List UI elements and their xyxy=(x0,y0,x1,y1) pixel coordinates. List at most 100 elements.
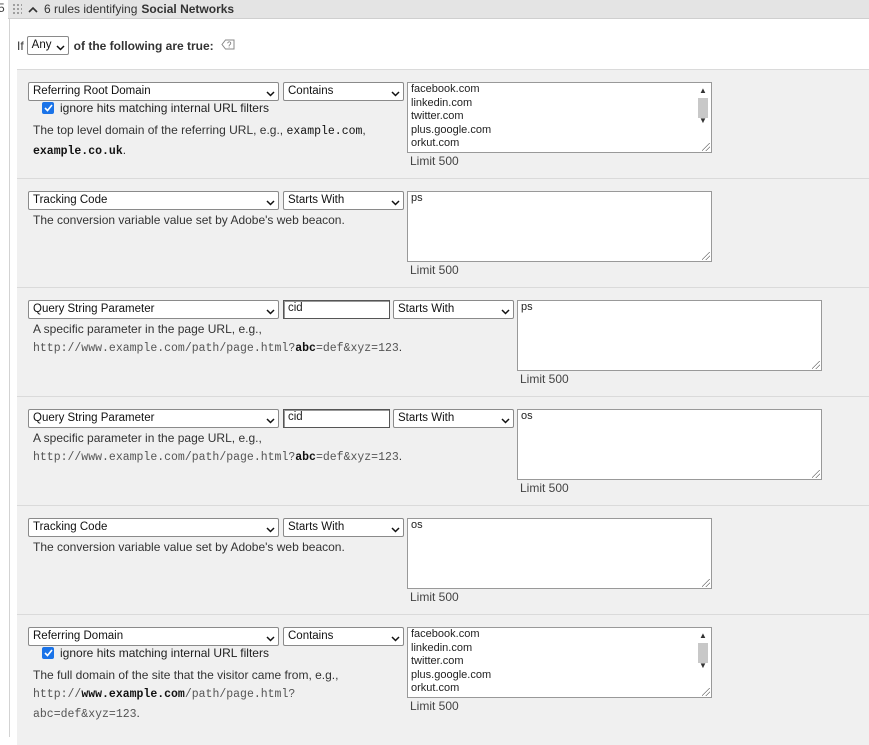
desc-code: example.co.uk xyxy=(33,145,123,158)
values-textarea[interactable]: facebook.com linkedin.com twitter.com pl… xyxy=(407,627,712,698)
values-textarea[interactable]: os xyxy=(517,409,822,480)
checkmark-icon[interactable] xyxy=(42,102,54,114)
ignore-internal-checkbox[interactable]: ignore hits matching internal URL filter… xyxy=(42,101,269,115)
values-textarea[interactable]: os xyxy=(407,518,712,589)
resize-grip-icon[interactable] xyxy=(702,688,710,696)
desc-url: =def&xyz=123 xyxy=(315,451,399,464)
value-line: linkedin.com xyxy=(411,96,473,109)
chevron-down-icon xyxy=(501,306,510,318)
textarea-scrollbar[interactable]: ▲ ▼ xyxy=(696,84,710,140)
dimension-select[interactable]: Tracking Code xyxy=(28,191,279,210)
limit-label: Limit 500 xyxy=(410,263,459,277)
chevron-down-icon xyxy=(391,524,400,536)
resize-grip-icon[interactable] xyxy=(702,252,710,260)
rule-description: A specific parameter in the page URL, e.… xyxy=(33,429,473,467)
desc-text: A specific parameter in the page URL, e.… xyxy=(33,431,262,445)
operator-value: Contains xyxy=(288,85,334,97)
value-line: facebook.com xyxy=(411,628,480,640)
chevron-down-icon xyxy=(501,415,510,427)
operator-value: Contains xyxy=(288,630,334,642)
value-line: orkut.com xyxy=(411,682,460,694)
desc-end: . xyxy=(122,143,127,157)
chevron-down-icon xyxy=(266,524,275,536)
dimension-value: Referring Domain xyxy=(33,630,124,642)
dimension-select[interactable]: Referring Domain xyxy=(28,627,279,646)
values-textarea[interactable]: facebook.com linkedin.com twitter.com pl… xyxy=(407,82,712,153)
dimension-value: Referring Root Domain xyxy=(33,85,151,97)
chevron-up-icon[interactable] xyxy=(28,2,38,16)
values-textarea[interactable]: ps xyxy=(517,300,822,371)
param-name-input[interactable]: cid xyxy=(283,300,390,319)
scroll-down-icon[interactable]: ▼ xyxy=(699,659,707,673)
value-line: orkut.com xyxy=(411,137,460,149)
desc-url: /path/page.html? xyxy=(184,688,296,701)
drag-handle-icon[interactable] xyxy=(12,3,22,15)
limit-label: Limit 500 xyxy=(410,590,459,604)
resize-grip-icon[interactable] xyxy=(702,579,710,587)
left-divider xyxy=(9,18,10,737)
checkmark-icon[interactable] xyxy=(42,647,54,659)
rule-row: Tracking Code Starts With The conversion… xyxy=(17,505,869,614)
value-line: plus.google.com xyxy=(411,123,492,136)
svg-text:?: ? xyxy=(227,40,232,49)
value-line: twitter.com xyxy=(411,110,464,122)
rule-description: The top level domain of the referring UR… xyxy=(33,121,388,161)
limit-label: Limit 500 xyxy=(520,481,569,495)
scroll-up-icon[interactable]: ▲ xyxy=(699,84,707,98)
resize-grip-icon[interactable] xyxy=(702,143,710,151)
operator-value: Starts With xyxy=(288,521,345,533)
dimension-select[interactable]: Query String Parameter xyxy=(28,409,279,428)
operator-select[interactable]: Contains xyxy=(283,82,404,101)
value-line: ps xyxy=(411,192,423,204)
chevron-down-icon xyxy=(266,306,275,318)
rule-description: The conversion variable value set by Ado… xyxy=(33,540,345,554)
dimension-value: Tracking Code xyxy=(33,521,108,533)
limit-label: Limit 500 xyxy=(520,372,569,386)
limit-label: Limit 500 xyxy=(410,154,459,168)
rule-row: Referring Root Domain Contains ignore hi… xyxy=(17,69,869,178)
param-name-input[interactable]: cid xyxy=(283,409,390,428)
desc-url: http://www.example.com/path/page.html? xyxy=(33,451,296,464)
condition-row: If Any of the following are true: ? xyxy=(17,36,235,55)
dimension-select[interactable]: Query String Parameter xyxy=(28,300,279,319)
operator-select[interactable]: Starts With xyxy=(393,300,514,319)
chevron-down-icon xyxy=(56,42,65,54)
rules-group-header[interactable]: 6 rules identifying Social Networks xyxy=(8,0,869,19)
rule-row: Query String Parameter cid Starts With A… xyxy=(17,287,869,396)
operator-select[interactable]: Starts With xyxy=(283,518,404,537)
dimension-value: Query String Parameter xyxy=(33,412,155,424)
desc-end: . xyxy=(398,449,403,463)
resize-grip-icon[interactable] xyxy=(812,470,820,478)
value-line: facebook.com xyxy=(411,83,480,95)
dimension-select[interactable]: Tracking Code xyxy=(28,518,279,537)
checkbox-label: ignore hits matching internal URL filter… xyxy=(60,646,269,660)
value-line: linkedin.com xyxy=(411,641,473,654)
dimension-select[interactable]: Referring Root Domain xyxy=(28,82,279,101)
chevron-down-icon xyxy=(266,415,275,427)
rules-list: Referring Root Domain Contains ignore hi… xyxy=(17,69,869,745)
scroll-down-icon[interactable]: ▼ xyxy=(699,114,707,128)
chevron-down-icon xyxy=(391,197,400,209)
ignore-internal-checkbox[interactable]: ignore hits matching internal URL filter… xyxy=(42,646,269,660)
rule-description: The full domain of the site that the vis… xyxy=(33,666,388,724)
resize-grip-icon[interactable] xyxy=(812,361,820,369)
values-textarea[interactable]: ps xyxy=(407,191,712,262)
rule-row: Query String Parameter cid Starts With A… xyxy=(17,396,869,505)
textarea-scrollbar[interactable]: ▲ ▼ xyxy=(696,629,710,685)
scroll-up-icon[interactable]: ▲ xyxy=(699,629,707,643)
desc-text: A specific parameter in the page URL, e.… xyxy=(33,322,262,336)
desc-code: example.com xyxy=(286,125,363,138)
operator-value: Starts With xyxy=(398,303,455,315)
operator-select[interactable]: Starts With xyxy=(393,409,514,428)
chevron-down-icon xyxy=(266,197,275,209)
operator-select[interactable]: Starts With xyxy=(283,191,404,210)
desc-url: abc=def&xyz=123 xyxy=(33,708,137,721)
dimension-value: Tracking Code xyxy=(33,194,108,206)
help-icon[interactable]: ? xyxy=(221,39,235,53)
desc-url: =def&xyz=123 xyxy=(315,342,399,355)
dimension-value: Query String Parameter xyxy=(33,303,155,315)
value-line: os xyxy=(411,519,423,531)
operator-select[interactable]: Contains xyxy=(283,627,404,646)
rule-count-text: 6 rules identifying xyxy=(44,2,138,16)
condition-operator-select[interactable]: Any xyxy=(26,36,69,55)
